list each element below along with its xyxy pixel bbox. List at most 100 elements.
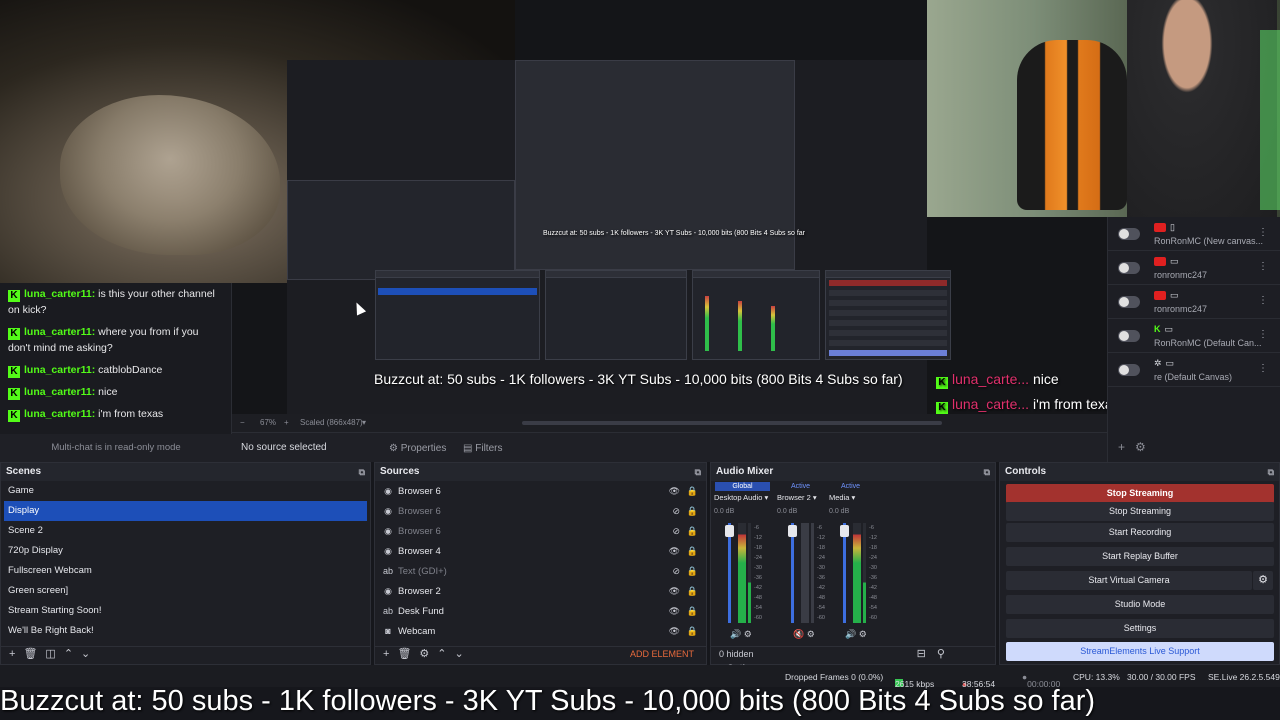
scene-item[interactable]: Fullscreen Webcam	[1, 561, 370, 581]
start-virtual-camera-button[interactable]: Start Virtual Camera	[1006, 571, 1252, 590]
lock-icon[interactable]: 🔒	[687, 501, 698, 521]
canvas-toggle[interactable]	[1118, 364, 1140, 376]
volume-knob[interactable]	[840, 525, 849, 537]
filters-button[interactable]: ▤ Filters	[454, 437, 511, 459]
chevron-up-icon[interactable]: ⌃	[437, 647, 446, 661]
gear-icon[interactable]: ⚙	[744, 629, 752, 639]
gear-icon[interactable]: ⚙	[1135, 440, 1146, 454]
volume-slider[interactable]	[843, 523, 846, 623]
canvas-row[interactable]: ▭ ronronmc247 ⋮	[1108, 285, 1280, 319]
canvas-toggle[interactable]	[1118, 262, 1140, 274]
filter-icon[interactable]: ◫	[45, 647, 55, 661]
source-item[interactable]: ◉ Browser 6 👁 🔒	[375, 481, 706, 501]
volume-knob[interactable]	[725, 525, 734, 537]
multichat-panel[interactable]: Kluna_carter11: is this your other chann…	[0, 283, 232, 462]
preview-canvas[interactable]: Buzzcut at: 50 subs - 1K followers - 3K …	[0, 0, 1280, 462]
source-item[interactable]: ◉ Browser 2 👁 🔒	[375, 581, 706, 601]
more-icon[interactable]: ⋮	[1258, 295, 1268, 306]
eye-icon[interactable]: 👁	[669, 481, 680, 501]
eye-off-icon[interactable]: ⊘	[672, 521, 680, 541]
start-replay-buffer-button[interactable]: Start Replay Buffer	[1006, 547, 1274, 566]
source-item[interactable]: ab Desk Fund 👁 🔒	[375, 601, 706, 621]
scene-item[interactable]: We'll Be Right Back!	[1, 621, 370, 641]
stop-streaming-button[interactable]: Stop Streaming	[1006, 502, 1274, 521]
stop-streaming-button[interactable]: Stop Streaming	[1006, 484, 1274, 503]
lock-icon[interactable]: 🔒	[687, 601, 698, 621]
more-icon[interactable]: ⋮	[1258, 363, 1268, 374]
scene-item[interactable]: 720p Display	[1, 541, 370, 561]
zoom-in-icon[interactable]: +	[284, 418, 289, 427]
canvas-toggle[interactable]	[1118, 296, 1140, 308]
lock-icon[interactable]: 🔒	[687, 621, 698, 641]
zoom-out-icon[interactable]: −	[240, 418, 245, 427]
canvas-toggle[interactable]	[1118, 330, 1140, 342]
start-recording-button[interactable]: Start Recording	[1006, 523, 1274, 542]
eye-icon[interactable]: 👁	[669, 601, 680, 621]
lock-icon[interactable]: 🔒	[687, 561, 698, 581]
source-item[interactable]: ◉ Browser 4 👁 🔒	[375, 541, 706, 561]
lock-icon[interactable]: 🔒	[687, 521, 698, 541]
scene-item[interactable]: Green screen]	[1, 581, 370, 601]
add-icon[interactable]: +	[9, 647, 15, 661]
canvas-toggle[interactable]	[1118, 228, 1140, 240]
popout-icon[interactable]: ⧉	[984, 463, 990, 481]
volume-knob[interactable]	[788, 525, 797, 537]
scene-item[interactable]: Display	[4, 501, 367, 521]
popout-icon[interactable]: ⧉	[1268, 463, 1274, 481]
chevron-down-icon[interactable]: ▾	[362, 418, 366, 427]
source-item[interactable]: ◉ Browser 6 ⊘ 🔒	[375, 501, 706, 521]
canvas-row[interactable]: ▯ RonRonMC (New canvas... ⋮	[1108, 217, 1280, 251]
gear-icon[interactable]: ⚙	[419, 647, 429, 661]
popout-icon[interactable]: ⧉	[359, 463, 365, 481]
lock-icon[interactable]: 🔒	[687, 481, 698, 501]
tab-active[interactable]: Active	[823, 482, 878, 491]
chevron-up-icon[interactable]: ⌃	[64, 647, 73, 661]
source-item[interactable]: ◙ Webcam 👁 🔒	[375, 621, 706, 641]
add-icon[interactable]: +	[383, 647, 389, 661]
speaker-icon[interactable]: 🔊	[845, 629, 856, 639]
canvas-list[interactable]: ▯ RonRonMC (New canvas... ⋮ ▭ ronronmc24…	[1107, 217, 1280, 462]
eye-icon[interactable]: 👁	[669, 541, 680, 561]
speaker-icon[interactable]: 🔊	[730, 629, 741, 639]
horizontal-scrollbar[interactable]	[522, 421, 942, 425]
eye-off-icon[interactable]: ⊘	[672, 561, 680, 581]
volume-slider[interactable]	[791, 523, 794, 623]
chevron-down-icon[interactable]: ⌄	[81, 647, 90, 661]
streamelements-support-button[interactable]: StreamElements Live Support	[1006, 642, 1274, 661]
tab-active[interactable]: Active	[773, 482, 828, 491]
scene-item[interactable]: Stream Starting Soon!	[1, 601, 370, 621]
properties-button[interactable]: ⚙ Properties	[380, 437, 455, 459]
tab-global[interactable]: Global	[715, 482, 770, 491]
more-icon[interactable]: ⋮	[1258, 261, 1268, 272]
eye-icon[interactable]: 👁	[669, 621, 680, 641]
canvas-row[interactable]: ▭ ronronmc247 ⋮	[1108, 251, 1280, 285]
source-item[interactable]: ◉ Browser 6 ⊘ 🔒	[375, 521, 706, 541]
virtual-camera-settings-icon[interactable]: ⚙	[1253, 571, 1273, 590]
trash-icon[interactable]: 🗑	[23, 647, 37, 661]
gear-icon[interactable]: ⚙	[807, 629, 815, 639]
popout-icon[interactable]: ⧉	[695, 463, 701, 481]
volume-slider[interactable]	[728, 523, 731, 623]
more-icon[interactable]: ⋮	[1258, 227, 1268, 238]
more-icon[interactable]: ⋮	[1258, 329, 1268, 340]
lock-icon[interactable]: 🔒	[687, 581, 698, 601]
add-icon[interactable]: +	[1118, 440, 1125, 454]
layout-icon[interactable]: ⊟	[917, 647, 926, 661]
scene-item[interactable]: Game	[1, 481, 370, 501]
add-element-button[interactable]: ADD ELEMENT	[630, 647, 694, 661]
eye-off-icon[interactable]: ⊘	[672, 501, 680, 521]
canvas-row[interactable]: K ▭ RonRonMC (Default Can... ⋮	[1108, 319, 1280, 353]
settings-button[interactable]: Settings	[1006, 619, 1274, 638]
source-item[interactable]: ab Text (GDI+) ⊘ 🔒	[375, 561, 706, 581]
link-icon[interactable]: ⚲	[937, 647, 945, 661]
sources-dock: Sources ⧉ ◉ Browser 6 👁 🔒 ◉ Browser 6 ⊘ 🔒 ◉ Brow…	[374, 462, 707, 647]
scene-item[interactable]: Scene 2	[1, 521, 370, 541]
lock-icon[interactable]: 🔒	[687, 541, 698, 561]
chevron-down-icon[interactable]: ⌄	[455, 647, 464, 661]
trash-icon[interactable]: 🗑	[397, 647, 411, 661]
canvas-row[interactable]: ✲ ▭ re (Default Canvas) ⋮	[1108, 353, 1280, 387]
gear-icon[interactable]: ⚙	[859, 629, 867, 639]
eye-icon[interactable]: 👁	[669, 581, 680, 601]
studio-mode-button[interactable]: Studio Mode	[1006, 595, 1274, 614]
muted-speaker-icon[interactable]: 🔇	[793, 629, 804, 639]
